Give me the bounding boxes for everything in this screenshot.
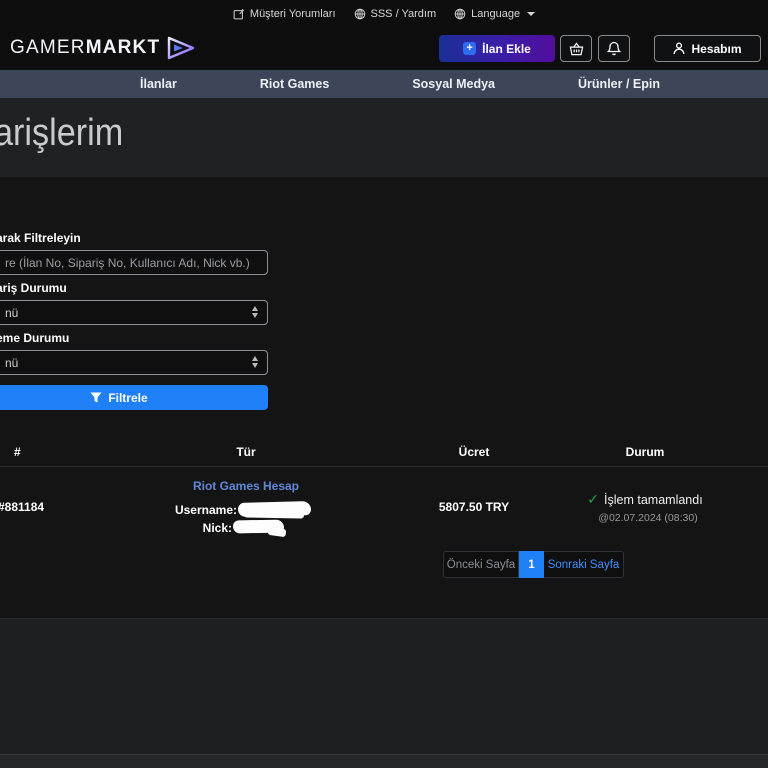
edit-icon	[233, 8, 245, 20]
order-status-time: @02.07.2024 (08:30)	[598, 512, 698, 524]
payment-status-label: eme Durumu	[0, 331, 70, 345]
select-stepper-icon	[252, 356, 258, 368]
table-header-divider	[0, 466, 768, 467]
funnel-icon	[90, 392, 102, 402]
order-status-label: ariş Durumu	[0, 281, 67, 295]
language-label: Language	[471, 8, 521, 20]
order-status-text: İşlem tamamlandı	[604, 492, 703, 507]
pagination-next-button[interactable]: Sonraki Sayfa	[544, 551, 624, 578]
page: Müşteri Yorumları SSS / Yardım Language …	[0, 0, 768, 768]
username-label: Username:	[174, 503, 237, 517]
logo-text: GAMERMARKT	[10, 37, 161, 58]
order-status: ✓ İşlem tamamlandı	[587, 491, 702, 508]
add-listing-button[interactable]: + İlan Ekle	[439, 35, 555, 62]
chevron-down-icon	[527, 12, 536, 16]
nav-item-ilanlar[interactable]: İlanlar	[140, 77, 177, 91]
pagination: Önceki Sayfa 1 Sonraki Sayfa	[443, 551, 624, 578]
faq-label: SSS / Yardım	[370, 8, 437, 20]
col-header-price: Ücret	[458, 445, 490, 459]
nick-label: Nick:	[202, 521, 232, 535]
redacted-username	[243, 511, 305, 519]
globe-icon	[354, 8, 365, 20]
logo[interactable]: GAMERMARKT	[10, 35, 196, 61]
customer-reviews-label: Müşteri Yorumları	[249, 8, 336, 20]
check-icon: ✓	[587, 491, 600, 507]
header: GAMERMARKT + İlan Ekle Hesabım	[0, 28, 768, 70]
plus-icon: +	[463, 42, 477, 55]
header-actions: + İlan Ekle Hesabım	[439, 35, 761, 62]
pagination-prev-button[interactable]: Önceki Sayfa	[443, 551, 519, 578]
filter-button[interactable]: Filtrele	[0, 385, 268, 410]
search-filter-label: arak Filtreleyin	[0, 231, 81, 245]
notifications-button[interactable]	[598, 35, 630, 62]
select-stepper-icon	[252, 306, 258, 318]
account-label: Hesabım	[691, 41, 742, 56]
redacted-nick	[267, 526, 287, 538]
faq-link[interactable]: SSS / Yardım	[354, 8, 437, 20]
globe-icon	[454, 8, 466, 20]
account-button[interactable]: Hesabım	[654, 35, 761, 62]
bell-icon	[607, 41, 621, 56]
order-id: #881184	[0, 500, 45, 514]
filter-button-label: Filtrele	[108, 390, 148, 405]
nav-item-sosyal-medya[interactable]: Sosyal Medya	[412, 77, 495, 91]
pagination-current-page[interactable]: 1	[519, 551, 544, 578]
order-price: 5807.50 TRY	[438, 500, 510, 514]
add-listing-label: İlan Ekle	[482, 41, 531, 56]
footer-bottom-strip	[0, 754, 768, 768]
nav-item-riot-games[interactable]: Riot Games	[260, 77, 329, 91]
main-nav: İlanlar Riot Games Sosyal Medya Ürünler …	[0, 70, 768, 98]
nav-item-urunler-epin[interactable]: Ürünler / Epin	[578, 77, 660, 91]
col-header-type: Tür	[236, 445, 256, 459]
customer-reviews-link[interactable]: Müşteri Yorumları	[233, 8, 336, 20]
logo-play-icon	[168, 36, 195, 60]
cart-button[interactable]	[560, 35, 592, 62]
basket-icon	[569, 41, 583, 55]
language-menu[interactable]: Language	[454, 8, 536, 20]
order-status-value: nü	[5, 305, 19, 320]
page-title: arişlerim	[0, 112, 124, 154]
col-header-status: Durum	[625, 445, 665, 459]
search-input[interactable]	[0, 250, 268, 275]
payment-status-value: nü	[5, 355, 19, 370]
person-icon	[674, 42, 685, 55]
order-status-select[interactable]: nü	[0, 300, 268, 325]
payment-status-select[interactable]: nü	[0, 350, 268, 375]
col-header-id: #	[14, 445, 21, 459]
hero-band: arişlerim	[0, 98, 768, 177]
topbar: Müşteri Yorumları SSS / Yardım Language	[0, 0, 768, 28]
order-type-link[interactable]: Riot Games Hesap	[193, 479, 299, 493]
footer	[0, 618, 768, 754]
